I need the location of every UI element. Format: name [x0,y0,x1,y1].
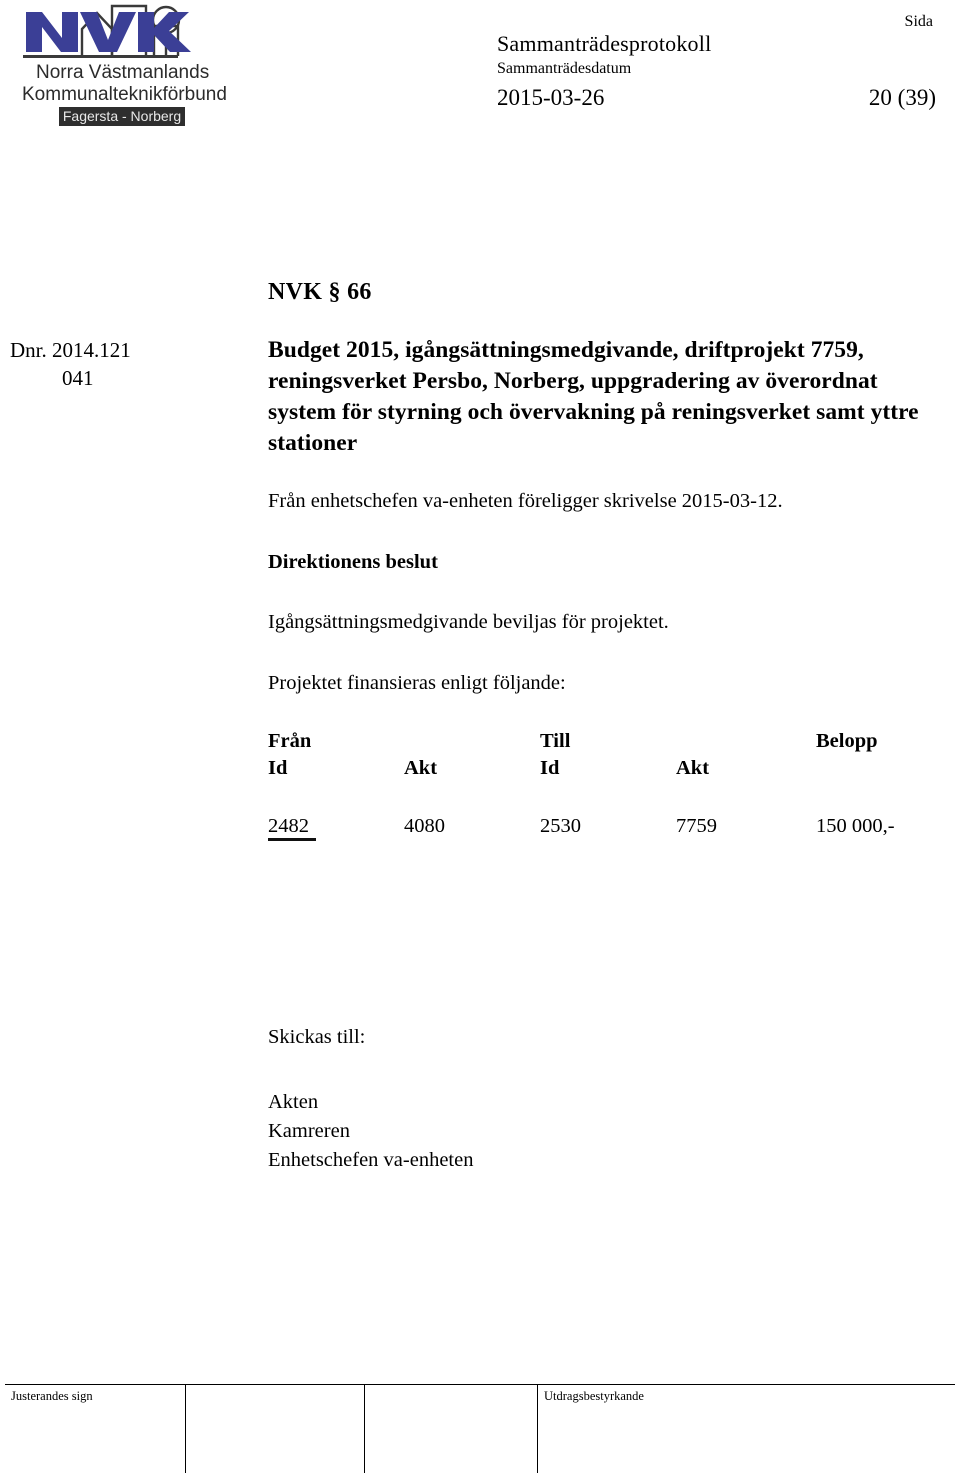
finance-table: Från Till Belopp Id Akt Id Akt 2482 4080… [268,728,928,841]
header-from-spacer [404,728,540,756]
table-underline-rule [268,838,316,841]
footer-certification-label: Utdragsbestyrkande [544,1389,644,1403]
header-from: Från [268,729,312,752]
list-item: Akten [268,1090,319,1113]
header-to-spacer [676,728,816,756]
finance-table-sub-header-row: Id Akt Id Akt [268,755,928,783]
dnr-number: Dnr. 2014.121 [10,338,131,362]
subheader-amount-blank [816,755,928,783]
footer-signature-label: Justerandes sign [5,1385,186,1473]
page-label: Sida [904,13,933,30]
cell-from-id: 2482 [268,814,309,837]
section-number: NVK § 66 [268,279,372,305]
cell-to-akt: 7759 [676,814,717,837]
nvk-acronym-glyphs [26,12,191,52]
finance-table-spacer-row [268,783,928,813]
list-item: Kamreren [268,1119,350,1142]
finance-note: Projektet finansieras enligt följande: [268,671,566,694]
logo-org-line2: Kommunalteknikförbund [22,84,227,105]
cell-from-akt: 4080 [404,814,445,837]
nvk-logo: Norra Västmanlands Kommunalteknikförbund… [14,4,254,129]
footer-signature-slot-2 [364,1385,538,1473]
subheader-from-akt: Akt [404,757,438,780]
dnr-subcode: 041 [62,366,94,391]
footer-signature-slot-1 [185,1385,365,1473]
header-amount: Belopp [816,729,878,752]
distribution-list: Akten Kamreren Enhetschefen va-enheten [268,1088,768,1175]
meeting-date-label: Sammanträdesdatum [497,60,632,77]
main-content: NVK § 66 Budget 2015, igångsättningsmedg… [268,278,940,841]
list-item: Enhetschefen va-enheten [268,1148,474,1171]
table-row: 2482 4080 2530 7759 150 000,- [268,813,928,841]
meeting-date-value: 2015-03-26 [497,85,605,110]
logo-org-line1: Norra Västmanlands [36,62,209,83]
footer-row: Justerandes sign Utdragsbestyrkande [5,1385,955,1473]
decision-text: Igångsättningsmedgivande beviljas för pr… [268,611,669,634]
distribution-heading: Skickas till: [268,1026,366,1048]
subheader-to-akt: Akt [676,757,710,780]
subheader-from-id: Id [268,757,288,780]
header-to: Till [540,729,571,752]
cell-amount: 150 000,- [816,814,895,837]
distribution-block: Skickas till: Akten Kamreren Enhetschefe… [268,1024,768,1175]
page-footer: Justerandes sign Utdragsbestyrkande [5,1384,955,1473]
cell-to-id: 2530 [540,814,581,837]
protocol-title: Sammanträdesprotokoll [497,31,712,56]
footer-signature-table: Justerandes sign Utdragsbestyrkande [5,1385,955,1473]
logo-badge-label: Fagersta - Norberg [63,108,181,124]
dnr-block: Dnr. 2014.121 041 [10,336,245,393]
finance-table-spacer-cell [268,783,928,813]
source-paragraph: Från enhetschefen va-enheten föreligger … [268,489,783,512]
case-title: Budget 2015, igångsättningsmedgivande, d… [268,336,919,456]
decision-heading: Direktionens beslut [268,550,438,573]
page-number: 20 (39) [868,85,936,110]
subheader-to-id: Id [540,757,560,780]
finance-table-group-header-row: Från Till Belopp [268,728,928,756]
nvk-logo-graphic: Norra Västmanlands Kommunalteknikförbund… [22,4,227,126]
